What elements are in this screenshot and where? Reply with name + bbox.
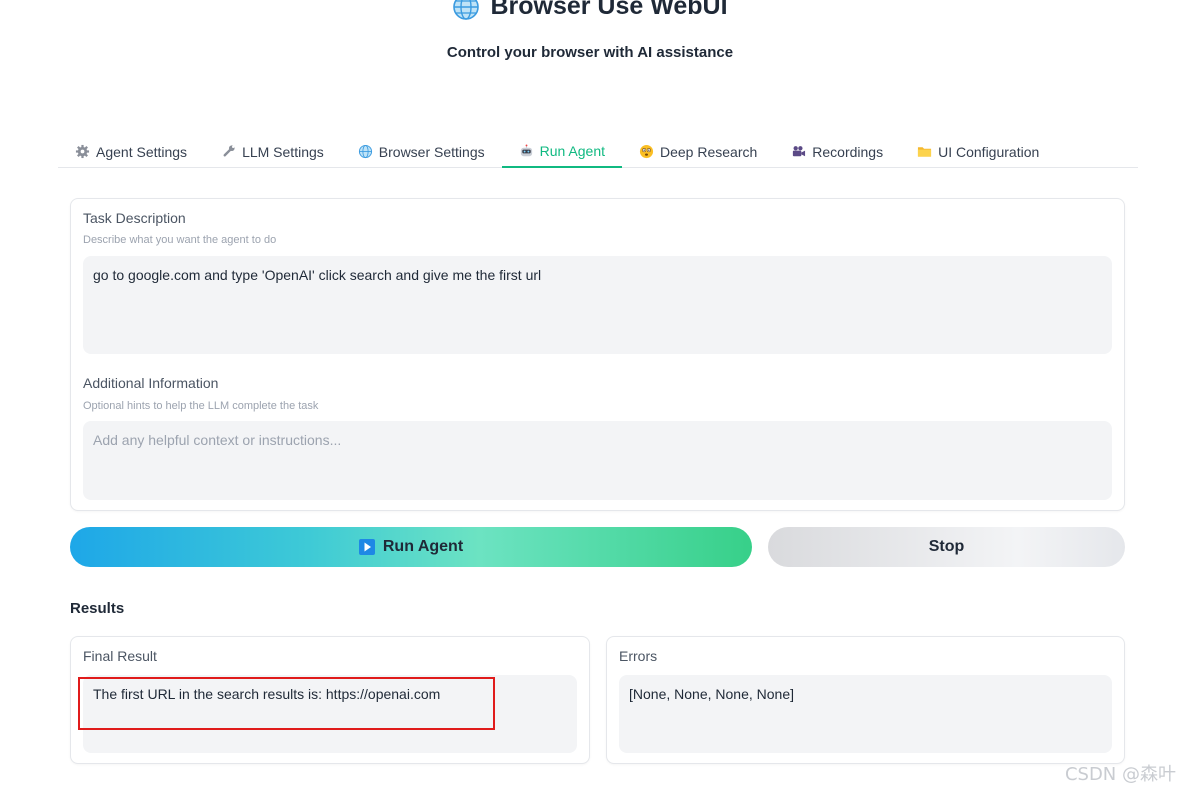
folder-icon (918, 147, 932, 157)
tab-llm-settings[interactable]: LLM Settings (204, 136, 341, 167)
tab-deep-research[interactable]: Deep Research (622, 136, 774, 167)
tab-label: LLM Settings (242, 143, 324, 160)
task-description-input[interactable] (83, 256, 1112, 354)
page-subtitle: Control your browser with AI assistance (446, 44, 734, 61)
wrench-icon (223, 145, 235, 157)
tab-ui-configuration[interactable]: UI Configuration (900, 136, 1056, 167)
globe-icon (453, 0, 480, 20)
watermark: CSDN @森叶 (1064, 764, 1176, 785)
robot-icon (520, 143, 532, 156)
gear-icon (75, 144, 90, 159)
final-result-card: Final Result The first URL in the search… (70, 636, 590, 764)
face-icon (639, 144, 654, 159)
tab-label: Browser Settings (378, 143, 485, 160)
globe-icon (358, 144, 372, 159)
tab-label: Agent Settings (96, 143, 188, 160)
camera-icon (793, 146, 806, 157)
tab-browser-settings[interactable]: Browser Settings (341, 136, 502, 167)
run-agent-button[interactable]: Run Agent (70, 527, 752, 567)
play-icon (358, 539, 375, 555)
task-description-label: Task Description (83, 210, 186, 226)
title-row: Browser Use WebUI (0, 0, 1180, 21)
tab-agent-settings[interactable]: Agent Settings (58, 136, 204, 167)
run-agent-label: Run Agent (382, 538, 464, 555)
additional-info-label: Additional Information (83, 375, 219, 391)
tab-run-agent[interactable]: Run Agent (501, 136, 622, 168)
tab-label: Recordings (812, 143, 884, 160)
final-result-label: Final Result (83, 648, 157, 664)
errors-card: Errors [None, None, None, None] (606, 636, 1125, 764)
additional-info-input[interactable] (83, 421, 1112, 500)
tab-bar: Agent Settings LLM Settings Browser Sett… (58, 136, 1138, 168)
tab-recordings[interactable]: Recordings (774, 136, 900, 167)
tab-label: UI Configuration (938, 143, 1040, 160)
tab-label: Deep Research (660, 143, 758, 160)
task-card: Task Description Describe what you want … (70, 198, 1125, 511)
page-title: Browser Use WebUI (490, 0, 728, 20)
task-description-hint: Describe what you want the agent to do (83, 234, 277, 246)
results-heading: Results (70, 600, 125, 617)
errors-output[interactable]: [None, None, None, None] (619, 675, 1112, 753)
tab-label: Run Agent (539, 143, 605, 159)
stop-button[interactable]: Stop (768, 527, 1125, 567)
final-result-output[interactable]: The first URL in the search results is: … (83, 675, 577, 753)
errors-label: Errors (619, 648, 658, 664)
additional-info-hint: Optional hints to help the LLM complete … (83, 400, 319, 412)
